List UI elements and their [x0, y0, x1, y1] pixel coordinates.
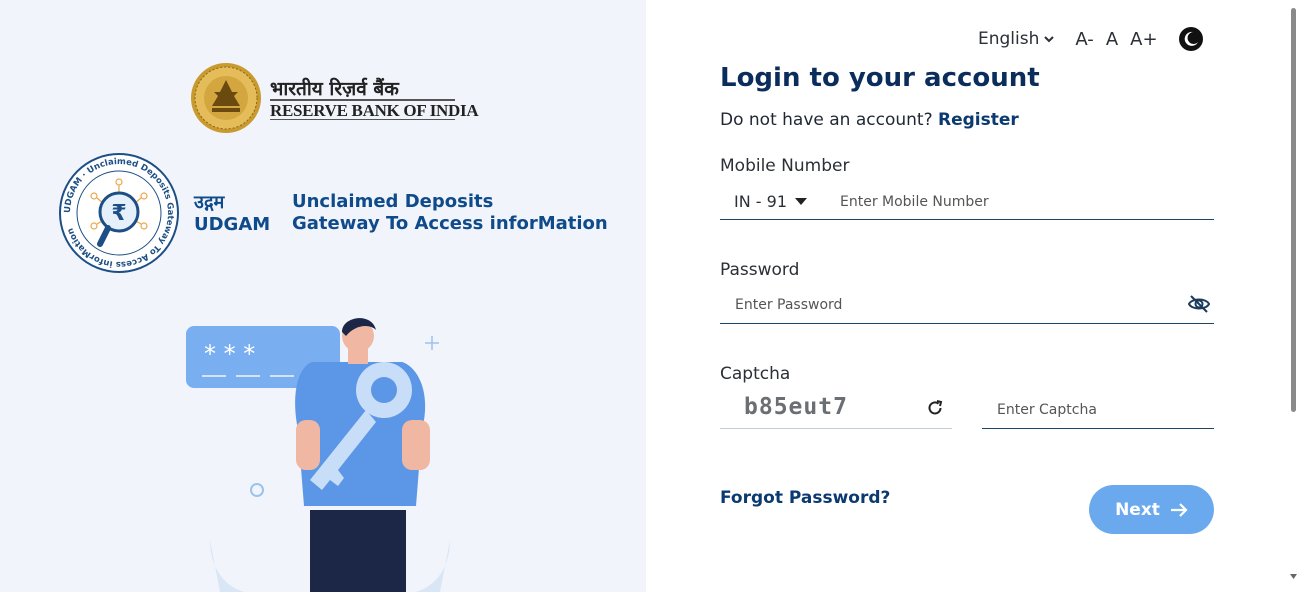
rbi-english-name: RESERVE BANK OF INDIA	[270, 101, 479, 120]
udgam-full-name-line1: Unclaimed Deposits	[292, 191, 494, 212]
udgam-hindi-name: उद्गम	[194, 192, 225, 213]
udgam-full-name-line2: Gateway To Access inforMation	[292, 213, 608, 234]
language-selector[interactable]: English	[978, 29, 1055, 49]
scroll-down-arrow-icon[interactable]	[1290, 573, 1297, 581]
mobile-field-row: IN - 91	[720, 184, 1214, 220]
udgam-english-name: UDGAM	[194, 214, 271, 235]
toggle-password-visibility-button[interactable]	[1187, 295, 1211, 317]
register-link[interactable]: Register	[938, 110, 1019, 130]
page-title: Login to your account	[720, 63, 1040, 93]
left-panel: भारतीय रिज़र्व बैंक RESERVE BANK OF INDI…	[0, 0, 646, 592]
captcha-field-row	[982, 392, 1214, 429]
font-decrease-button[interactable]: A-	[1075, 29, 1093, 50]
rbi-hindi-name: भारतीय रिज़र्व बैंक	[270, 78, 399, 100]
forgot-password-link[interactable]: Forgot Password?	[720, 488, 890, 508]
mobile-label: Mobile Number	[720, 156, 850, 176]
password-input[interactable]	[720, 297, 1160, 313]
captcha-input[interactable]	[982, 402, 1202, 418]
login-illustration: * * *	[186, 318, 450, 592]
udgam-logo: UDGAM · Unclaimed Deposits Gateway To Ac…	[59, 153, 179, 273]
theme-toggle-button[interactable]	[1178, 26, 1204, 52]
password-mask-text: * * *	[204, 340, 255, 368]
refresh-icon	[928, 400, 943, 415]
eye-slash-icon	[1187, 295, 1211, 313]
svg-text:₹: ₹	[111, 201, 126, 226]
rbi-divider-bottom	[270, 119, 455, 120]
captcha-image-text: b85eut7	[744, 394, 848, 420]
scrollbar-thumb[interactable]	[1291, 8, 1296, 412]
password-field-row	[720, 287, 1214, 324]
font-increase-button[interactable]: A+	[1130, 29, 1157, 50]
mobile-number-input[interactable]	[826, 193, 1186, 210]
country-code-value: IN - 91	[734, 192, 787, 211]
arrow-right-icon	[1170, 502, 1188, 517]
register-prompt-line: Do not have an account? Register	[720, 110, 1019, 130]
chevron-down-icon	[1044, 36, 1055, 43]
language-label: English	[978, 29, 1040, 49]
next-button[interactable]: Next	[1089, 485, 1214, 534]
password-label: Password	[720, 260, 800, 280]
register-prompt: Do not have an account?	[720, 110, 933, 130]
next-button-label: Next	[1115, 499, 1160, 520]
rbi-seal-logo	[191, 63, 261, 133]
country-code-select[interactable]: IN - 91	[720, 192, 826, 211]
captcha-display: b85eut7	[720, 392, 952, 429]
caret-down-icon	[795, 197, 807, 205]
font-normal-button[interactable]: A	[1106, 29, 1118, 50]
captcha-label: Captcha	[720, 364, 791, 384]
top-utility-bar: English A- A A+	[978, 27, 1204, 51]
refresh-captcha-button[interactable]	[926, 399, 944, 421]
moon-icon	[1178, 27, 1203, 51]
